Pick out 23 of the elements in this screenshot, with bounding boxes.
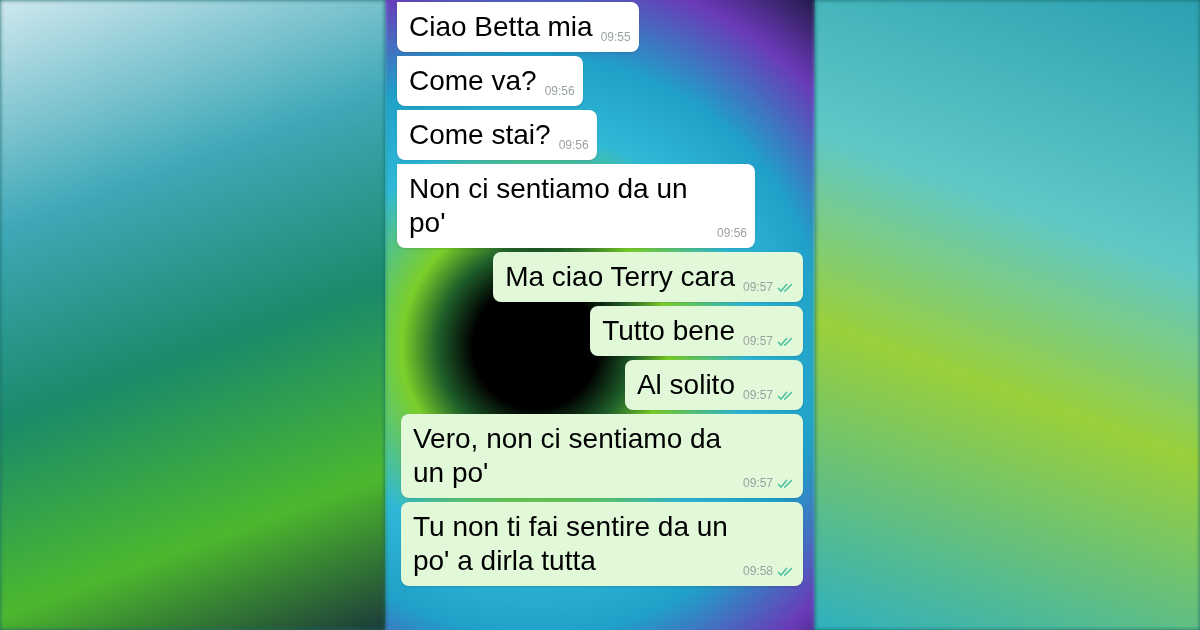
message-time: 09:57 — [742, 475, 773, 492]
message-time: 09:56 — [558, 137, 589, 154]
message-text: Come stai? — [409, 118, 551, 152]
message-time: 09:56 — [717, 225, 748, 242]
message-time: 09:57 — [742, 279, 773, 296]
message-text: Come va? — [409, 64, 537, 98]
message-text: Ma ciao Terry cara — [505, 260, 735, 294]
double-check-icon — [777, 477, 795, 489]
double-check-icon — [777, 565, 795, 577]
double-check-icon — [777, 281, 795, 293]
message-text: Tu non ti fai sentire da un po' a dirla tutta — [412, 510, 729, 578]
message-time: 09:57 — [742, 387, 773, 404]
message-text: Al solito — [636, 368, 735, 402]
double-check-icon — [777, 389, 795, 401]
double-check-icon — [777, 335, 795, 347]
message-time: 09:56 — [544, 83, 575, 100]
message-text: Vero, non ci sentiamo da un po' — [412, 422, 723, 490]
message-text: Non ci sentiamo da un po' — [409, 172, 689, 240]
message-time: 09:57 — [742, 333, 773, 350]
message-text: Tutto bene — [602, 314, 735, 348]
message-text: Ciao Betta mia — [409, 10, 593, 44]
message-time: 09:58 — [742, 563, 773, 580]
message-time: 09:55 — [600, 29, 631, 46]
